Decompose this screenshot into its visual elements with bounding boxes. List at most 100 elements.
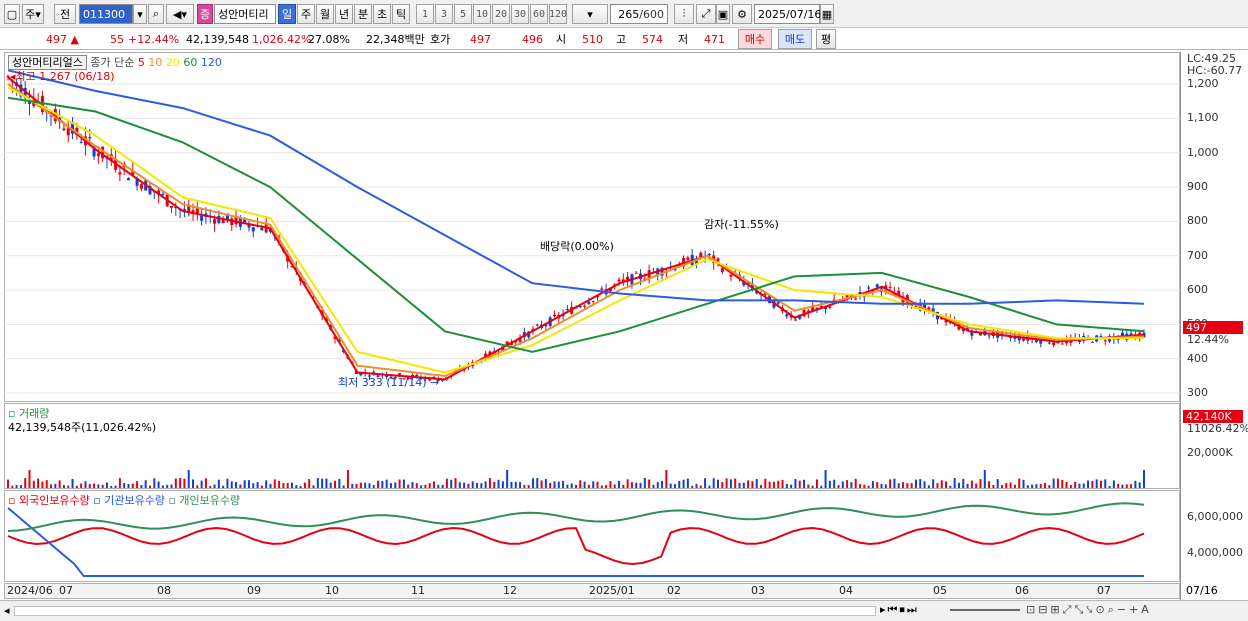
volume-bar <box>618 480 621 488</box>
volume-bar <box>596 481 599 488</box>
main-chart[interactable] <box>4 52 1180 600</box>
tab-period-1[interactable]: 주 <box>297 4 315 24</box>
volume-bar <box>725 478 728 488</box>
volume-bar <box>945 481 948 488</box>
volume-bar <box>428 483 431 488</box>
scroll-left-icon[interactable]: ◂ <box>4 604 10 617</box>
volume-bar <box>1005 483 1008 488</box>
volume-bar <box>837 485 840 488</box>
candle-icon[interactable]: ⫶ <box>674 4 694 24</box>
y-tick-6: 600 <box>1187 283 1208 297</box>
interval-button-10[interactable]: 10 <box>473 4 491 24</box>
volume-bar <box>97 484 100 488</box>
x-tick-8: 02 <box>667 584 681 597</box>
volume-bar <box>157 481 160 488</box>
candle-body <box>79 141 83 143</box>
draw-tool-icon[interactable]: ⤢ <box>696 4 716 24</box>
volume-bar <box>351 483 354 488</box>
volume-bar <box>1013 484 1016 488</box>
search-icon[interactable]: ⌕ <box>148 4 164 24</box>
chart-scrollbar[interactable]: ◂ ▸⏮⏹⏭ ⊡⊟⊞⤢⤡⤥⊙⌕−+A <box>0 600 1248 621</box>
interval-button-20[interactable]: 20 <box>492 4 510 24</box>
candle-body <box>535 324 539 326</box>
interval-button-30[interactable]: 30 <box>511 4 529 24</box>
volume-bar <box>493 481 496 488</box>
volume-bar <box>957 482 960 488</box>
volume-bar <box>467 483 470 488</box>
zoom-slider[interactable] <box>950 609 1020 611</box>
volume-bar <box>656 482 659 488</box>
volume-bar <box>992 485 995 488</box>
volume-bar <box>123 483 126 488</box>
x-tick-3: 09 <box>247 584 261 597</box>
volume-bar <box>790 484 793 488</box>
scroll-track[interactable] <box>14 606 876 616</box>
volume-bar <box>600 485 603 488</box>
volume-bar <box>174 478 177 488</box>
volume-bar <box>949 485 952 488</box>
volume-bar <box>256 482 259 488</box>
playback-icons[interactable]: ▸⏮⏹⏭ <box>880 603 919 617</box>
tab-period-4[interactable]: 분 <box>354 4 372 24</box>
volume-bar <box>639 482 642 488</box>
tab-period-0[interactable]: 일 <box>278 4 296 24</box>
candle-body <box>987 335 991 337</box>
volume-bar <box>622 484 625 488</box>
volume-bar <box>1026 485 1029 488</box>
save-icon[interactable]: ▣ <box>716 4 730 24</box>
volume-bar <box>239 484 242 488</box>
interval-dropdown[interactable]: ▾ <box>572 4 608 24</box>
avg-button[interactable]: 평 <box>816 29 836 49</box>
candle-body <box>707 253 711 256</box>
volume-bar <box>540 480 543 488</box>
chart-type-icon[interactable]: ▢ <box>4 4 20 24</box>
candle-body <box>854 298 858 300</box>
sell-button[interactable]: 매도 <box>778 29 812 49</box>
tab-period-6[interactable]: 틱 <box>392 4 410 24</box>
prev-button[interactable]: 전 <box>54 4 76 24</box>
top-toolbar: ▢ 주 ▾ 전 011300 ▾ ⌕ ◀▾ 증 성안머티리 일주월년분초틱 135… <box>0 0 1248 28</box>
volume-bar <box>28 470 31 488</box>
count-input[interactable]: 265/600 <box>610 4 668 24</box>
volume-bar <box>291 482 293 488</box>
volume-bar <box>1082 483 1085 488</box>
date-input[interactable]: 2025/07/16 <box>754 4 821 24</box>
tab-period-5[interactable]: 초 <box>373 4 391 24</box>
interval-button-5[interactable]: 5 <box>454 4 472 24</box>
volume-bar <box>536 478 539 488</box>
interval-button-1[interactable]: 1 <box>416 4 434 24</box>
gear-icon[interactable]: ⚙ <box>732 4 752 24</box>
volume-bar <box>1078 483 1081 488</box>
volume-bar <box>871 481 874 488</box>
volume-bar <box>480 483 483 488</box>
code-dropdown-icon[interactable]: ▾ <box>133 4 147 24</box>
candle-body <box>1090 341 1094 343</box>
tab-period-2[interactable]: 월 <box>316 4 334 24</box>
buy-button[interactable]: 매수 <box>738 29 772 49</box>
volume-bar <box>101 484 104 488</box>
volume-bar <box>936 483 939 488</box>
x-axis-end: 07/16 <box>1186 584 1218 597</box>
market-select[interactable]: 주 ▾ <box>22 4 44 24</box>
interval-button-120[interactable]: 120 <box>549 4 567 24</box>
candle-body <box>66 128 70 136</box>
volume-ratio: 1,026.42% <box>252 32 312 46</box>
speaker-icon[interactable]: ◀▾ <box>166 4 194 24</box>
candle-body <box>617 279 621 282</box>
interval-button-60[interactable]: 60 <box>530 4 548 24</box>
calendar-icon[interactable]: ▦ <box>820 4 834 24</box>
tool-icons[interactable]: ⊡⊟⊞⤢⤡⤥⊙⌕−+A <box>1026 603 1152 617</box>
volume-bar <box>553 481 556 488</box>
volume-bar <box>970 480 973 488</box>
tab-period-3[interactable]: 년 <box>335 4 353 24</box>
interval-button-3[interactable]: 3 <box>435 4 453 24</box>
volume-bar <box>953 478 956 488</box>
volume-bar <box>105 482 108 488</box>
stock-code-input[interactable]: 011300 <box>79 4 133 24</box>
volume-bar <box>402 479 405 488</box>
volume-bar <box>273 479 276 488</box>
volume-bar <box>476 482 479 488</box>
candle-body <box>888 286 892 288</box>
volume-bar <box>58 480 61 488</box>
volume-bar <box>549 482 552 488</box>
